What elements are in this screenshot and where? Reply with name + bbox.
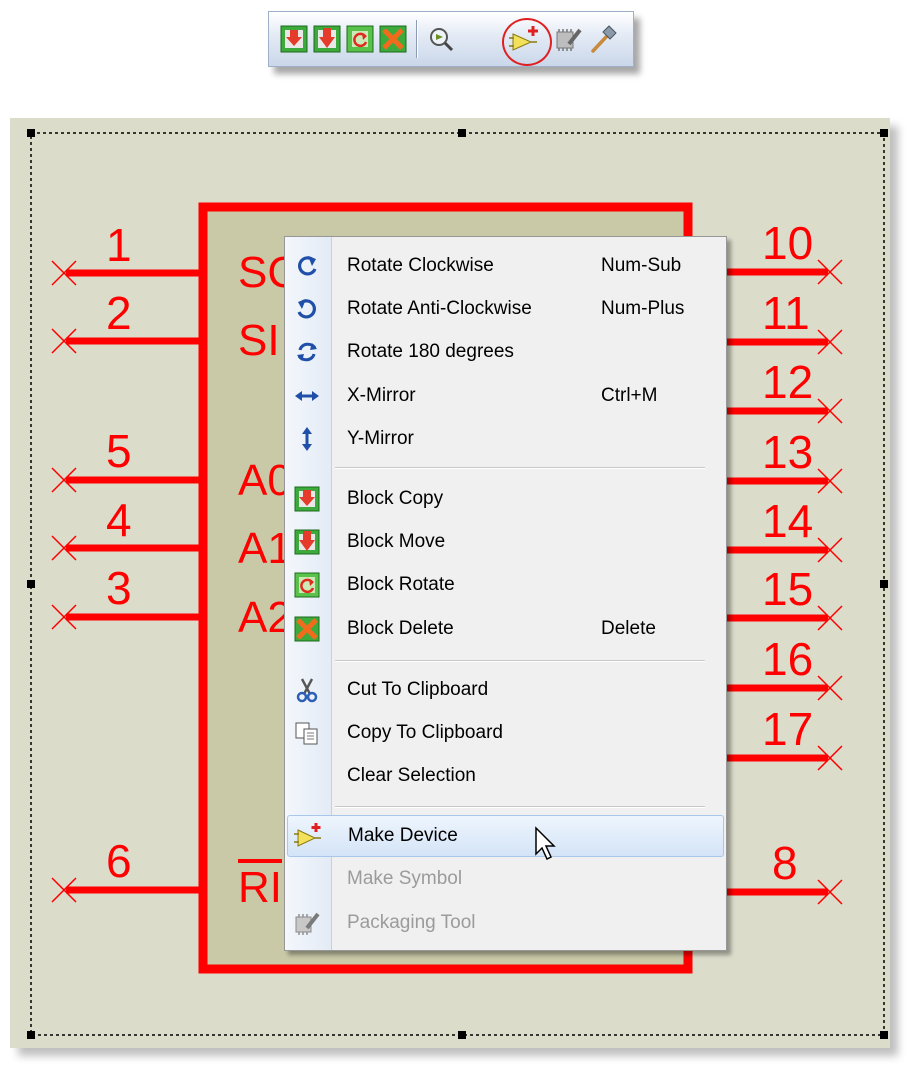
- menu-item-block-delete[interactable]: Block Delete Delete: [287, 609, 724, 649]
- pin-label: SI: [238, 316, 280, 365]
- mouse-pointer-icon: [534, 826, 558, 862]
- highlight-ring: [502, 18, 552, 66]
- menu-item-label: Y-Mirror: [347, 428, 414, 449]
- menu-item-label: Cut To Clipboard: [347, 679, 489, 700]
- zoom-button[interactable]: [427, 24, 457, 54]
- menu-item-shortcut: Delete: [601, 618, 656, 639]
- menu-item-y-mirror[interactable]: Y-Mirror: [287, 419, 724, 459]
- menu-item-shortcut: Num-Plus: [601, 298, 685, 319]
- packaging-tool-icon: [293, 909, 321, 937]
- pin-number: 5: [106, 425, 132, 477]
- menu-item-rotate-180[interactable]: Rotate 180 degrees: [287, 332, 724, 372]
- menu-separator: [335, 467, 705, 468]
- menu-item-label: Rotate Anti-Clockwise: [347, 298, 532, 319]
- pin-number: 2: [106, 287, 132, 339]
- pin-number: 10: [762, 217, 814, 269]
- packaging-tool-icon: [556, 28, 582, 51]
- menu-item-clear-selection[interactable]: Clear Selection: [287, 756, 724, 796]
- menu-item-label: X-Mirror: [347, 385, 416, 406]
- hammer-icon: [591, 25, 617, 53]
- zoom-icon: [430, 28, 454, 52]
- menu-item-make-symbol[interactable]: Make Symbol: [287, 859, 724, 899]
- packaging-tool-button[interactable]: [553, 24, 583, 54]
- copy-icon: [293, 719, 321, 747]
- hammer-button[interactable]: [589, 24, 619, 54]
- block-delete-icon: [293, 615, 321, 643]
- pin-number: 11: [762, 287, 810, 339]
- block-move-button[interactable]: [312, 24, 342, 54]
- block-rotate-icon: [293, 571, 321, 599]
- menu-item-rotate-anti-clockwise[interactable]: Rotate Anti-Clockwise Num-Plus: [287, 289, 724, 329]
- menu-item-label: Block Rotate: [347, 574, 455, 595]
- menu-item-label: Make Symbol: [347, 868, 463, 889]
- pin-number: 3: [106, 562, 132, 614]
- block-copy-button[interactable]: [279, 24, 309, 54]
- rotate-180-icon: [293, 338, 321, 366]
- make-device-icon: [294, 822, 322, 850]
- menu-item-block-rotate[interactable]: Block Rotate: [287, 565, 724, 605]
- pin-number: 1: [106, 219, 132, 271]
- menu-item-label: Block Move: [347, 531, 446, 552]
- block-rotate-button[interactable]: [345, 24, 375, 54]
- block-move-icon: [313, 25, 341, 53]
- menu-item-label: Copy To Clipboard: [347, 722, 503, 743]
- menu-item-shortcut: Ctrl+M: [601, 385, 658, 406]
- pin-number: 17: [762, 703, 814, 755]
- pin-number: 4: [106, 494, 132, 546]
- menu-item-label: Rotate 180 degrees: [347, 341, 514, 362]
- menu-separator: [335, 660, 705, 661]
- block-delete-button[interactable]: [378, 24, 408, 54]
- rotate-cw-icon: [293, 252, 321, 280]
- block-copy-icon: [280, 25, 308, 53]
- x-mirror-icon: [293, 382, 321, 410]
- menu-item-cut-to-clipboard[interactable]: Cut To Clipboard: [287, 670, 724, 710]
- menu-item-label: Packaging Tool: [347, 912, 476, 933]
- y-mirror-icon: [293, 425, 321, 453]
- pin-label: RI: [238, 863, 282, 912]
- pin-number: 14: [762, 495, 814, 547]
- pin-number: 15: [762, 563, 814, 615]
- context-menu: Rotate Clockwise Num-Sub Rotate Anti-Clo…: [284, 236, 727, 951]
- block-delete-icon: [379, 25, 407, 53]
- menu-item-make-device[interactable]: Make Device: [287, 815, 724, 857]
- block-copy-icon: [293, 485, 321, 513]
- block-move-icon: [293, 528, 321, 556]
- menu-item-copy-to-clipboard[interactable]: Copy To Clipboard: [287, 713, 724, 753]
- pin-number: 6: [106, 835, 132, 887]
- menu-item-label: Block Delete: [347, 618, 454, 639]
- pin-number: 13: [762, 426, 814, 478]
- menu-item-label: Block Copy: [347, 488, 444, 509]
- toolbar: [268, 11, 634, 67]
- pin-number: 8: [772, 837, 798, 889]
- rotate-ccw-icon: [293, 295, 321, 323]
- menu-item-label: Rotate Clockwise: [347, 255, 494, 276]
- menu-item-packaging-tool[interactable]: Packaging Tool: [287, 903, 724, 943]
- toolbar-separator: [416, 20, 417, 58]
- menu-item-block-copy[interactable]: Block Copy: [287, 479, 724, 519]
- menu-item-label: Make Device: [348, 825, 458, 846]
- pin-number: 12: [762, 356, 814, 408]
- pin-number: 16: [762, 633, 814, 685]
- menu-item-label: Clear Selection: [347, 765, 476, 786]
- menu-item-rotate-clockwise[interactable]: Rotate Clockwise Num-Sub: [287, 246, 724, 286]
- menu-item-shortcut: Num-Sub: [601, 255, 682, 276]
- scissors-icon: [293, 676, 321, 704]
- menu-item-x-mirror[interactable]: X-Mirror Ctrl+M: [287, 376, 724, 416]
- menu-item-block-move[interactable]: Block Move: [287, 522, 724, 562]
- block-rotate-icon: [346, 25, 374, 53]
- menu-separator: [335, 806, 705, 807]
